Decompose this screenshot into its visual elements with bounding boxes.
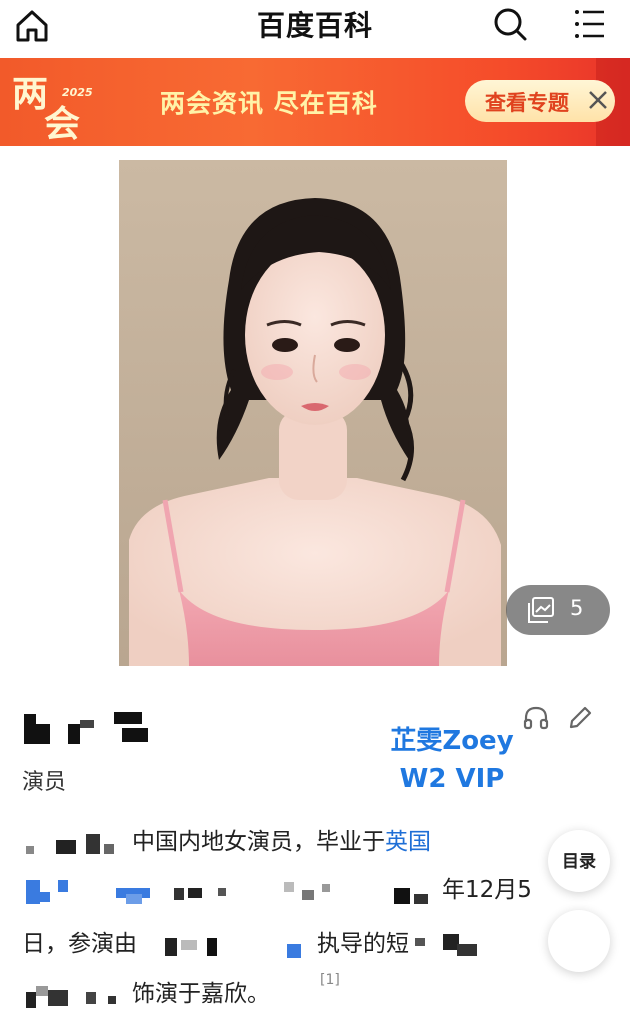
logo-char-1: 两 — [12, 73, 48, 115]
summary-line-3: 日，参演由 执导的短 — [22, 924, 499, 964]
entry-role: 演员 — [22, 770, 67, 795]
logo-char-2: 会 — [44, 103, 80, 141]
entry-name-redacted — [22, 710, 152, 746]
redacted-block — [26, 985, 116, 1008]
gallery-count: 5 — [570, 596, 584, 620]
summary-text-3b: 执导的短 — [317, 931, 409, 957]
page-title: 百度百科 — [256, 9, 373, 42]
watermark-line-1: 芷雯Zoey — [390, 726, 514, 756]
summary-line-2: 年12月5 — [22, 870, 532, 910]
redacted-block — [26, 879, 428, 904]
gallery-icon — [528, 597, 554, 623]
floating-action-button[interactable] — [548, 910, 610, 972]
summary-text-3a: 日，参演由 — [22, 931, 137, 957]
summary-text-4: 饰演于嘉欣。 — [132, 981, 270, 1007]
menu-icon[interactable] — [570, 4, 610, 44]
gallery-count-badge[interactable]: 5 — [506, 585, 610, 635]
redacted-block — [165, 937, 301, 958]
logo-year: 2025 — [62, 86, 93, 99]
redacted-block — [415, 933, 477, 956]
search-icon[interactable] — [490, 4, 530, 44]
footnote-ref[interactable]: [1] — [320, 972, 340, 988]
summary-line-4: 饰演于嘉欣。 — [22, 974, 270, 1014]
banner-logo: 两 会 2025 — [8, 66, 108, 145]
banner-slogan: 两会资讯 尽在百科 — [160, 89, 378, 118]
summary-line-1: 中国内地女演员，毕业于英国 — [22, 822, 431, 862]
redacted-block — [26, 833, 114, 854]
catalog-label: 目录 — [562, 852, 596, 872]
top-nav-bar: 百度百科 — [0, 0, 630, 55]
watermark-line-2: W2 VIP — [399, 764, 505, 794]
watermark-text: 芷雯Zoey W2 VIP — [372, 722, 532, 798]
summary-text-1: 中国内地女演员，毕业于 — [132, 829, 385, 855]
promo-banner[interactable]: 两 会 2025 两会资讯 尽在百科 查看专题 — [0, 58, 630, 146]
summary-link-1[interactable]: 英国 — [385, 829, 431, 855]
summary-text-2: 年12月5 — [442, 877, 532, 903]
pencil-icon[interactable] — [566, 704, 594, 732]
close-icon[interactable] — [584, 86, 612, 114]
entry-photo[interactable] — [119, 160, 507, 666]
catalog-button[interactable]: 目录 — [548, 830, 610, 892]
